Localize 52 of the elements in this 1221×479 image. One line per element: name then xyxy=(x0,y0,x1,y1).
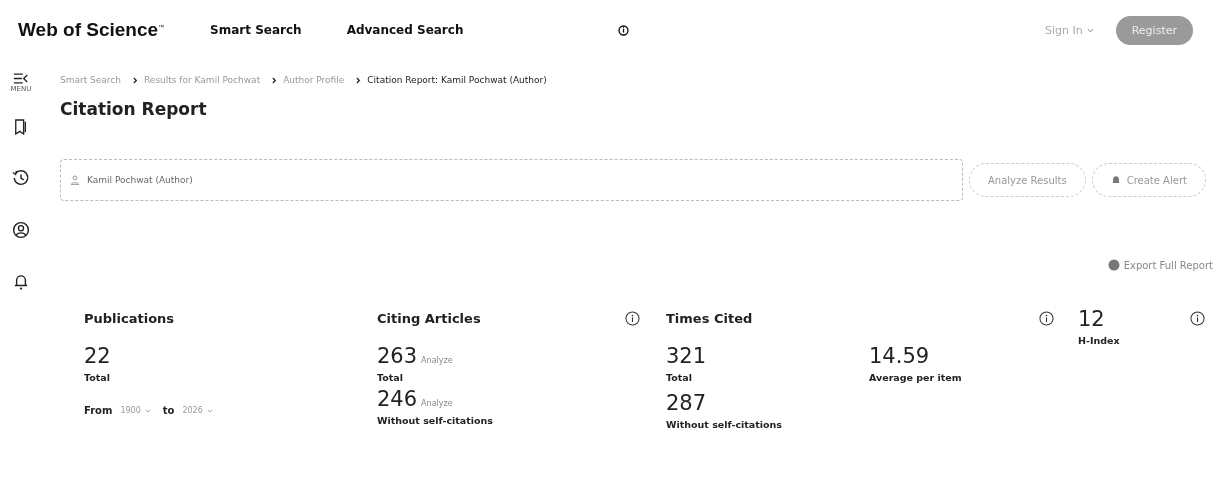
range-label: to xyxy=(162,405,175,416)
stat-label: Total xyxy=(377,372,404,383)
stat-value: 263 xyxy=(377,344,418,368)
history-icon[interactable] xyxy=(12,169,30,187)
info-icon[interactable] xyxy=(618,24,630,36)
analyze-results-button[interactable]: Analyze Results xyxy=(969,163,1086,197)
logo[interactable]: Web of Science$^{™}$ xyxy=(18,19,165,41)
stat-value: 287 xyxy=(666,391,708,415)
page-title: Citation Report xyxy=(60,99,208,119)
stat-value: 321 xyxy=(666,344,708,368)
stat-label: Total xyxy=(84,372,111,383)
stat-value: 12 xyxy=(1078,307,1106,331)
breadcrumb-link[interactable]: Results for Kamil Pochwat xyxy=(144,75,261,85)
search-field[interactable]: Kamil Pochwat (Author) xyxy=(60,159,963,201)
nav-link[interactable]: Smart Search xyxy=(210,23,302,37)
chevron-right-icon xyxy=(133,76,138,84)
breadcrumb-link[interactable]: Smart Search xyxy=(60,75,121,85)
info-icon[interactable] xyxy=(1190,311,1205,326)
card-title: Citing Articles xyxy=(377,311,482,326)
stat-label: Total xyxy=(666,372,693,383)
stat-label: Without self-citations xyxy=(666,419,784,430)
stat-value: 22 xyxy=(84,344,112,368)
breadcrumb-link[interactable]: Citation Report: Kamil Pochwat (Author) xyxy=(367,75,547,85)
analyze-link[interactable]: Analyze xyxy=(421,399,453,408)
export-link[interactable]: Export Full Report xyxy=(1107,259,1213,271)
chevron-down-icon xyxy=(144,408,151,413)
bookmark-icon[interactable] xyxy=(14,119,28,135)
card-title: Times Cited xyxy=(666,311,754,326)
chevron-right-icon xyxy=(272,76,278,84)
stat-value: 246 xyxy=(377,387,418,411)
year-dropdown[interactable]: 2026 xyxy=(182,406,213,415)
bell-icon[interactable] xyxy=(14,273,28,291)
stat-value: 14.59 xyxy=(869,344,931,368)
bell-icon xyxy=(1110,175,1121,185)
create-alert-button[interactable]: Create Alert xyxy=(1091,163,1206,197)
chevron-right-icon xyxy=(356,76,362,84)
register-button[interactable]: Register xyxy=(1115,15,1193,45)
chevron-down-icon xyxy=(206,408,213,413)
range-label: From xyxy=(84,405,113,416)
breadcrumb-link[interactable]: Author Profile xyxy=(283,75,345,85)
chevron-down-icon xyxy=(1086,28,1094,33)
card-title: Publications xyxy=(84,311,176,326)
user-circle-icon[interactable] xyxy=(12,221,30,239)
info-icon[interactable] xyxy=(625,311,640,326)
stat-label: Without self-citations xyxy=(377,415,495,426)
nav-link[interactable]: Advanced Search xyxy=(346,23,464,37)
year-dropdown[interactable]: 1900 xyxy=(120,406,151,415)
info-icon[interactable] xyxy=(1039,311,1054,326)
stat-label: H-Index xyxy=(1078,335,1121,346)
stat-label: Average per item xyxy=(869,372,963,383)
sign-in-link[interactable]: Sign In xyxy=(1045,23,1094,37)
analyze-link[interactable]: Analyze xyxy=(421,356,453,365)
